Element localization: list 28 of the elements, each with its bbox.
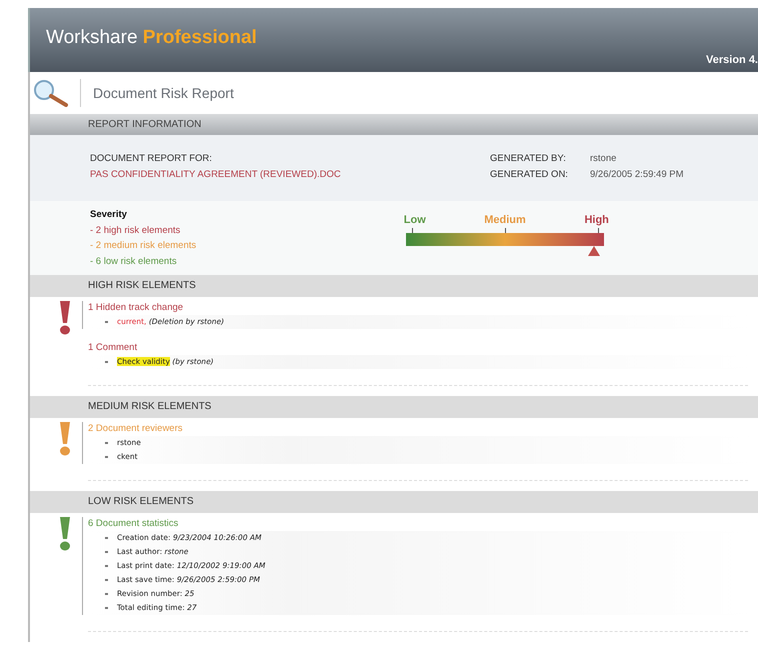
document-name: PAS CONFIDENTIALITY AGREEMENT (REVIEWED).DOC — [90, 168, 342, 182]
exclamation-icon — [58, 517, 72, 551]
scale-label: Medium — [484, 213, 526, 228]
scale-label: High — [584, 213, 609, 228]
field-value: 9/26/2005 2:59:49 PM — [590, 168, 684, 182]
section-header: REPORT INFORMATION — [28, 114, 758, 135]
risk-count: - 2 medium risk elements — [90, 239, 198, 253]
field-value: rstone — [590, 152, 618, 166]
risk-count: - 2 high risk elements — [90, 224, 182, 238]
version-label: Version 4. — [706, 54, 758, 68]
field-label: GENERATED ON: — [490, 168, 569, 182]
group-title: 1 Hidden track change — [88, 301, 184, 315]
section-header: LOW RISK ELEMENTS — [30, 491, 758, 513]
field-label: DOCUMENT REPORT FOR: — [90, 152, 213, 166]
exclamation-icon — [58, 422, 72, 456]
exclamation-icon — [58, 301, 72, 335]
scale-label: Low — [404, 213, 426, 228]
risk-count: - 6 low risk elements — [90, 254, 178, 268]
group-title: 6 Document statistics — [88, 517, 180, 531]
field-label: GENERATED BY: — [490, 152, 567, 166]
section-header: MEDIUM RISK ELEMENTS — [30, 396, 758, 418]
page-title: Document Risk Report — [93, 85, 234, 101]
search-icon — [32, 79, 70, 107]
severity-heading: Severity — [90, 208, 128, 222]
section-header: HIGH RISK ELEMENTS — [30, 275, 758, 297]
app-title: Workshare Professional — [45, 27, 257, 49]
group-title: 1 Comment — [88, 341, 138, 355]
group-title: 2 Document reviewers — [88, 422, 184, 436]
